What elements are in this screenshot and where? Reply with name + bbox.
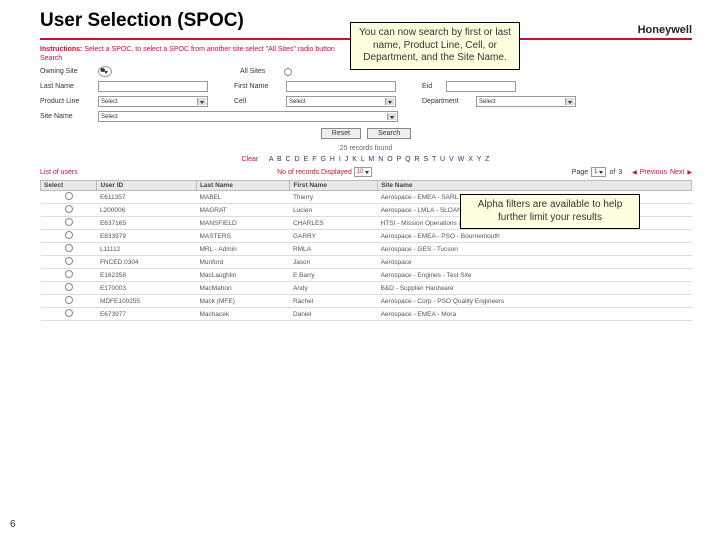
table-row: MDFE100255Mack (MFE)RachelAerospace - Co…	[41, 295, 692, 308]
eid-input[interactable]	[446, 81, 516, 92]
product-line-select[interactable]: Select	[98, 96, 208, 107]
records-displayed-select[interactable]: 10	[354, 167, 373, 177]
cell-userid: FNCED.0304	[97, 256, 197, 269]
cell-firstname: RMLA	[290, 243, 378, 256]
site-name-label: Site Name	[40, 113, 94, 120]
cell-firstname: Andy	[290, 282, 378, 295]
cell-sitename: Aerospace	[378, 256, 692, 269]
col-select: Select	[41, 181, 97, 191]
cell-sitename: Aerospace - Corp - PSO Quality Engineers	[378, 295, 692, 308]
cell-firstname: Lucien	[290, 204, 378, 217]
cell-userid: E170003	[97, 282, 197, 295]
row-select-radio[interactable]	[65, 231, 73, 239]
row-select-radio[interactable]	[65, 192, 73, 200]
cell-firstname: Daniel	[290, 308, 378, 321]
cell-userid: MDFE100255	[97, 295, 197, 308]
cell-lastname: MacMahon	[196, 282, 290, 295]
next-link[interactable]: Next	[670, 169, 684, 176]
table-row: L11112MRL - AdminRMLAAerospace - GES - T…	[41, 243, 692, 256]
col-sitename: Site Name	[378, 181, 692, 191]
cell-lastname: Mack (MFE)	[196, 295, 290, 308]
all-sites-label: All Sites	[240, 68, 280, 75]
row-select-radio[interactable]	[65, 205, 73, 213]
previous-link[interactable]: Previous	[640, 169, 667, 176]
cell-lastname: MRL - Admin	[196, 243, 290, 256]
all-sites-radio[interactable]	[284, 68, 292, 76]
page-select[interactable]: 1	[591, 167, 606, 177]
cell-lastname: MacLaughlin	[196, 269, 290, 282]
owning-site-radio[interactable]	[98, 66, 112, 77]
last-name-label: Last Name	[40, 83, 94, 90]
cell-userid: E673977	[97, 308, 197, 321]
cell-sitename: Aerospace - EMEA - Mora	[378, 308, 692, 321]
site-name-select[interactable]: Select	[98, 111, 398, 122]
callout-alpha: Alpha filters are available to help furt…	[460, 194, 640, 229]
brand-logo: Honeywell	[638, 24, 692, 36]
last-name-input[interactable]	[98, 81, 208, 92]
cell-userid: E162358	[97, 269, 197, 282]
button-row: Reset Search	[40, 128, 692, 139]
row-select-radio[interactable]	[65, 283, 73, 291]
table-row: E162358MacLaughlinE BarryAerospace - Eng…	[41, 269, 692, 282]
callout-search: You can now search by first or last name…	[350, 22, 520, 70]
cell-sitename: Aerospace - GES - Tucson	[378, 243, 692, 256]
first-name-input[interactable]	[286, 81, 396, 92]
cell-userid: L200006	[97, 204, 197, 217]
cell-label: Cell	[234, 98, 282, 105]
clear-link[interactable]: Clear	[242, 156, 259, 163]
cell-sitename: B&D - Supplier Hardware	[378, 282, 692, 295]
cell-firstname: Rachel	[290, 295, 378, 308]
row-select-radio[interactable]	[65, 257, 73, 265]
table-row: E833979MASTERSGARRYAerospace - EMEA - PS…	[41, 230, 692, 243]
cell-select[interactable]: Select	[286, 96, 396, 107]
cell-lastname: MASTERS	[196, 230, 290, 243]
prev-icon[interactable]: ◀	[632, 169, 637, 176]
list-title: List of users	[40, 169, 78, 176]
cell-sitename: Aerospace - EMEA - PSO - Bournemouth	[378, 230, 692, 243]
first-name-label: First Name	[234, 83, 282, 90]
next-icon[interactable]: ▶	[687, 169, 692, 176]
page-label: Page	[572, 169, 588, 176]
cell-userid: L11112	[97, 243, 197, 256]
cell-firstname: E Barry	[290, 269, 378, 282]
search-button[interactable]: Search	[367, 128, 411, 139]
owning-site-label: Owning Site	[40, 68, 94, 75]
table-row: E673977MachacekDanielAerospace - EMEA - …	[41, 308, 692, 321]
row-select-radio[interactable]	[65, 309, 73, 317]
col-firstname: First Name	[290, 181, 378, 191]
col-userid: User ID	[97, 181, 197, 191]
alpha-filter[interactable]: Clear A B C D E F G H I J K L M N O P Q …	[40, 156, 692, 163]
alpha-letters[interactable]: A B C D E F G H I J K L M N O P Q R S T …	[269, 156, 491, 163]
col-lastname: Last Name	[196, 181, 290, 191]
reset-button[interactable]: Reset	[321, 128, 361, 139]
row-select-radio[interactable]	[65, 270, 73, 278]
cell-firstname: CHARLES	[290, 217, 378, 230]
table-row: E170003MacMahonAndyB&D - Supplier Hardwa…	[41, 282, 692, 295]
department-label: Department	[422, 98, 472, 105]
row-select-radio[interactable]	[65, 244, 73, 252]
records-found: 25 records found	[40, 145, 692, 152]
cell-userid: E833979	[97, 230, 197, 243]
department-select[interactable]: Select	[476, 96, 576, 107]
cell-sitename: Aerospace - Engines - Test Site	[378, 269, 692, 282]
page-number: 6	[10, 519, 16, 530]
product-line-label: Product Line	[40, 98, 94, 105]
cell-userid: E611357	[97, 191, 197, 204]
cell-lastname: MANSFIELD	[196, 217, 290, 230]
row-select-radio[interactable]	[65, 296, 73, 304]
cell-firstname: Jason	[290, 256, 378, 269]
cell-firstname: GARRY	[290, 230, 378, 243]
records-displayed-label: No of records Displayed	[277, 169, 352, 176]
row-select-radio[interactable]	[65, 218, 73, 226]
table-row: FNCED.0304MunfordJasonAerospace	[41, 256, 692, 269]
cell-lastname: MAGRAT	[196, 204, 290, 217]
cell-lastname: Machacek	[196, 308, 290, 321]
cell-lastname: MABEL	[196, 191, 290, 204]
cell-firstname: Thierry	[290, 191, 378, 204]
eid-label: Eid	[422, 83, 442, 90]
cell-userid: E637165	[97, 217, 197, 230]
cell-lastname: Munford	[196, 256, 290, 269]
